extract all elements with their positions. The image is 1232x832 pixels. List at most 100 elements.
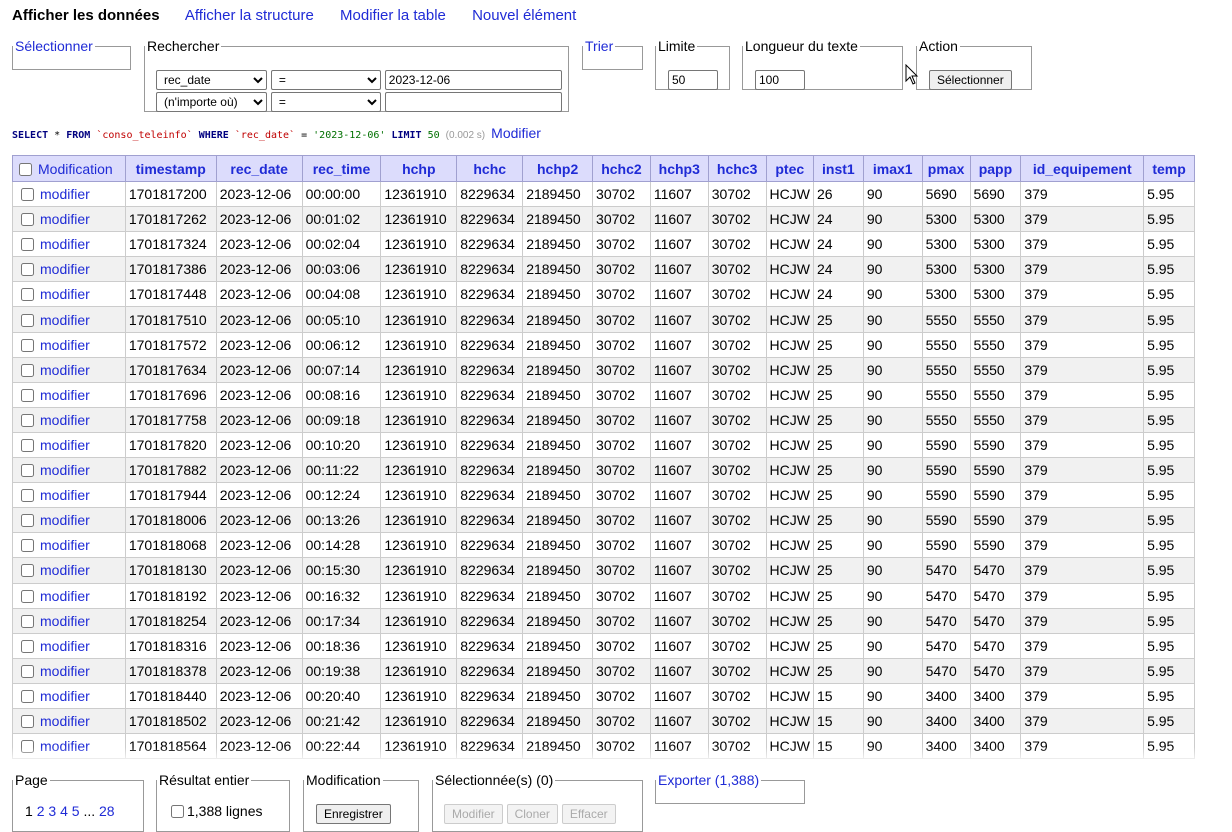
row-edit-link[interactable]: modifier <box>40 462 90 478</box>
row-checkbox[interactable] <box>21 413 34 427</box>
select-submit-button[interactable]: Sélectionner <box>929 70 1012 90</box>
table-cell-pmax[interactable]: 5550 <box>921 381 971 408</box>
table-cell-hchp[interactable]: 12361910 <box>380 482 458 509</box>
table-cell-temp[interactable]: 5.95 <box>1143 256 1195 283</box>
limit-input[interactable] <box>668 70 718 90</box>
row-edit-link[interactable]: modifier <box>40 663 90 679</box>
table-cell-hchp[interactable]: 12361910 <box>380 356 458 383</box>
table-cell-id_equipement[interactable]: 379 <box>1020 632 1145 659</box>
row-edit-link[interactable]: modifier <box>40 387 90 403</box>
table-cell-timestamp[interactable]: 1701817386 <box>124 256 217 283</box>
table-cell-hchp2[interactable]: 2189450 <box>522 356 594 383</box>
table-cell-hchp3[interactable]: 11607 <box>649 180 709 208</box>
table-cell-ptec[interactable]: HCJW <box>765 306 814 333</box>
table-cell-hchc[interactable]: 8229634 <box>456 733 524 760</box>
row-edit-link[interactable]: modifier <box>40 537 90 553</box>
table-cell-id_equipement[interactable]: 379 <box>1020 582 1145 609</box>
table-cell-timestamp[interactable]: 1701818502 <box>124 707 217 735</box>
table-cell-imax1[interactable]: 90 <box>862 707 923 735</box>
table-cell-hchc2[interactable]: 30702 <box>592 281 651 308</box>
column-header[interactable]: pmax <box>921 155 971 182</box>
table-cell-ptec[interactable]: HCJW <box>765 582 814 609</box>
table-cell-rec_date[interactable]: 2023-12-06 <box>215 682 303 709</box>
table-cell-ptec[interactable]: HCJW <box>765 206 814 233</box>
table-cell-hchc2[interactable]: 30702 <box>592 180 651 208</box>
table-cell-timestamp[interactable]: 1701817820 <box>124 431 217 459</box>
table-cell-papp[interactable]: 5300 <box>969 281 1022 308</box>
table-cell-papp[interactable]: 5470 <box>969 557 1022 584</box>
table-cell-ptec[interactable]: HCJW <box>765 507 814 534</box>
table-cell-id_equipement[interactable]: 379 <box>1020 507 1145 534</box>
table-cell-timestamp[interactable]: 1701818192 <box>124 582 217 609</box>
table-cell-hchp2[interactable]: 2189450 <box>522 231 594 258</box>
table-cell-temp[interactable]: 5.95 <box>1143 632 1195 659</box>
table-cell-temp[interactable]: 5.95 <box>1143 381 1195 408</box>
table-cell-hchc3[interactable]: 30702 <box>707 256 767 283</box>
table-cell-hchc[interactable]: 8229634 <box>456 180 524 208</box>
table-cell-hchp[interactable]: 12361910 <box>380 682 458 709</box>
table-cell-timestamp[interactable]: 1701817696 <box>124 381 217 408</box>
row-checkbox[interactable] <box>21 539 34 553</box>
table-cell-ptec[interactable]: HCJW <box>765 733 814 760</box>
row-edit-link[interactable]: modifier <box>40 638 90 654</box>
table-cell-id_equipement[interactable]: 379 <box>1020 381 1145 408</box>
table-cell-id_equipement[interactable]: 379 <box>1020 306 1145 333</box>
table-cell-ptec[interactable]: HCJW <box>765 256 814 283</box>
select-legend[interactable]: Sélectionner <box>13 38 95 54</box>
table-cell-inst1[interactable]: 24 <box>812 256 864 283</box>
table-cell-inst1[interactable]: 25 <box>812 607 864 634</box>
table-cell-hchc[interactable]: 8229634 <box>456 256 524 283</box>
table-cell-timestamp[interactable]: 1701817448 <box>124 281 217 308</box>
column-header[interactable]: hchc3 <box>707 155 767 182</box>
table-cell-rec_date[interactable]: 2023-12-06 <box>215 457 303 484</box>
table-cell-pmax[interactable]: 5550 <box>921 306 971 333</box>
table-cell-hchp[interactable]: 12361910 <box>380 281 458 308</box>
table-cell-papp[interactable]: 5590 <box>969 482 1022 509</box>
table-cell-inst1[interactable]: 25 <box>812 582 864 609</box>
export-legend[interactable]: Exporter (1,388) <box>656 772 761 788</box>
table-cell-hchp2[interactable]: 2189450 <box>522 607 594 634</box>
table-cell-rec_date[interactable]: 2023-12-06 <box>215 507 303 534</box>
table-cell-imax1[interactable]: 90 <box>862 331 923 358</box>
table-cell-hchc3[interactable]: 30702 <box>707 682 767 709</box>
table-cell-ptec[interactable]: HCJW <box>765 180 814 208</box>
table-cell-id_equipement[interactable]: 379 <box>1020 607 1145 634</box>
row-edit-link[interactable]: modifier <box>40 512 90 528</box>
table-cell-papp[interactable]: 5300 <box>969 256 1022 283</box>
sort-legend[interactable]: Trier <box>583 38 615 54</box>
table-cell-papp[interactable]: 5590 <box>969 431 1022 459</box>
table-cell-hchp2[interactable]: 2189450 <box>522 507 594 534</box>
table-cell-hchp3[interactable]: 11607 <box>649 381 709 408</box>
table-cell-papp[interactable]: 3400 <box>969 733 1022 760</box>
table-cell-hchc2[interactable]: 30702 <box>592 733 651 760</box>
table-cell-temp[interactable]: 5.95 <box>1143 482 1195 509</box>
table-cell-imax1[interactable]: 90 <box>862 733 923 760</box>
table-cell-hchp2[interactable]: 2189450 <box>522 632 594 659</box>
table-cell-hchp[interactable]: 12361910 <box>380 532 458 559</box>
table-cell-rec_time[interactable]: 00:20:40 <box>301 682 382 709</box>
table-cell-timestamp[interactable]: 1701817324 <box>124 231 217 258</box>
table-cell-pmax[interactable]: 5590 <box>921 532 971 559</box>
column-header[interactable]: inst1 <box>812 155 864 182</box>
table-cell-hchp2[interactable]: 2189450 <box>522 457 594 484</box>
table-cell-rec_date[interactable]: 2023-12-06 <box>215 733 303 760</box>
table-cell-hchp3[interactable]: 11607 <box>649 707 709 735</box>
row-checkbox[interactable] <box>21 715 34 729</box>
table-cell-id_equipement[interactable]: 379 <box>1020 557 1145 584</box>
row-checkbox[interactable] <box>21 438 34 452</box>
table-cell-temp[interactable]: 5.95 <box>1143 557 1195 584</box>
table-cell-temp[interactable]: 5.95 <box>1143 281 1195 308</box>
row-edit-link[interactable]: modifier <box>40 286 90 302</box>
table-cell-hchc3[interactable]: 30702 <box>707 306 767 333</box>
table-cell-rec_date[interactable]: 2023-12-06 <box>215 607 303 634</box>
table-cell-papp[interactable]: 5690 <box>969 180 1022 208</box>
column-header[interactable]: timestamp <box>124 155 217 182</box>
row-edit-link[interactable]: modifier <box>40 562 90 578</box>
table-cell-temp[interactable]: 5.95 <box>1143 406 1195 433</box>
table-cell-rec_time[interactable]: 00:22:44 <box>301 733 382 760</box>
table-cell-rec_date[interactable]: 2023-12-06 <box>215 306 303 333</box>
table-cell-timestamp[interactable]: 1701818130 <box>124 557 217 584</box>
table-cell-papp[interactable]: 5550 <box>969 306 1022 333</box>
table-cell-hchp[interactable]: 12361910 <box>380 406 458 433</box>
table-cell-hchc[interactable]: 8229634 <box>456 482 524 509</box>
